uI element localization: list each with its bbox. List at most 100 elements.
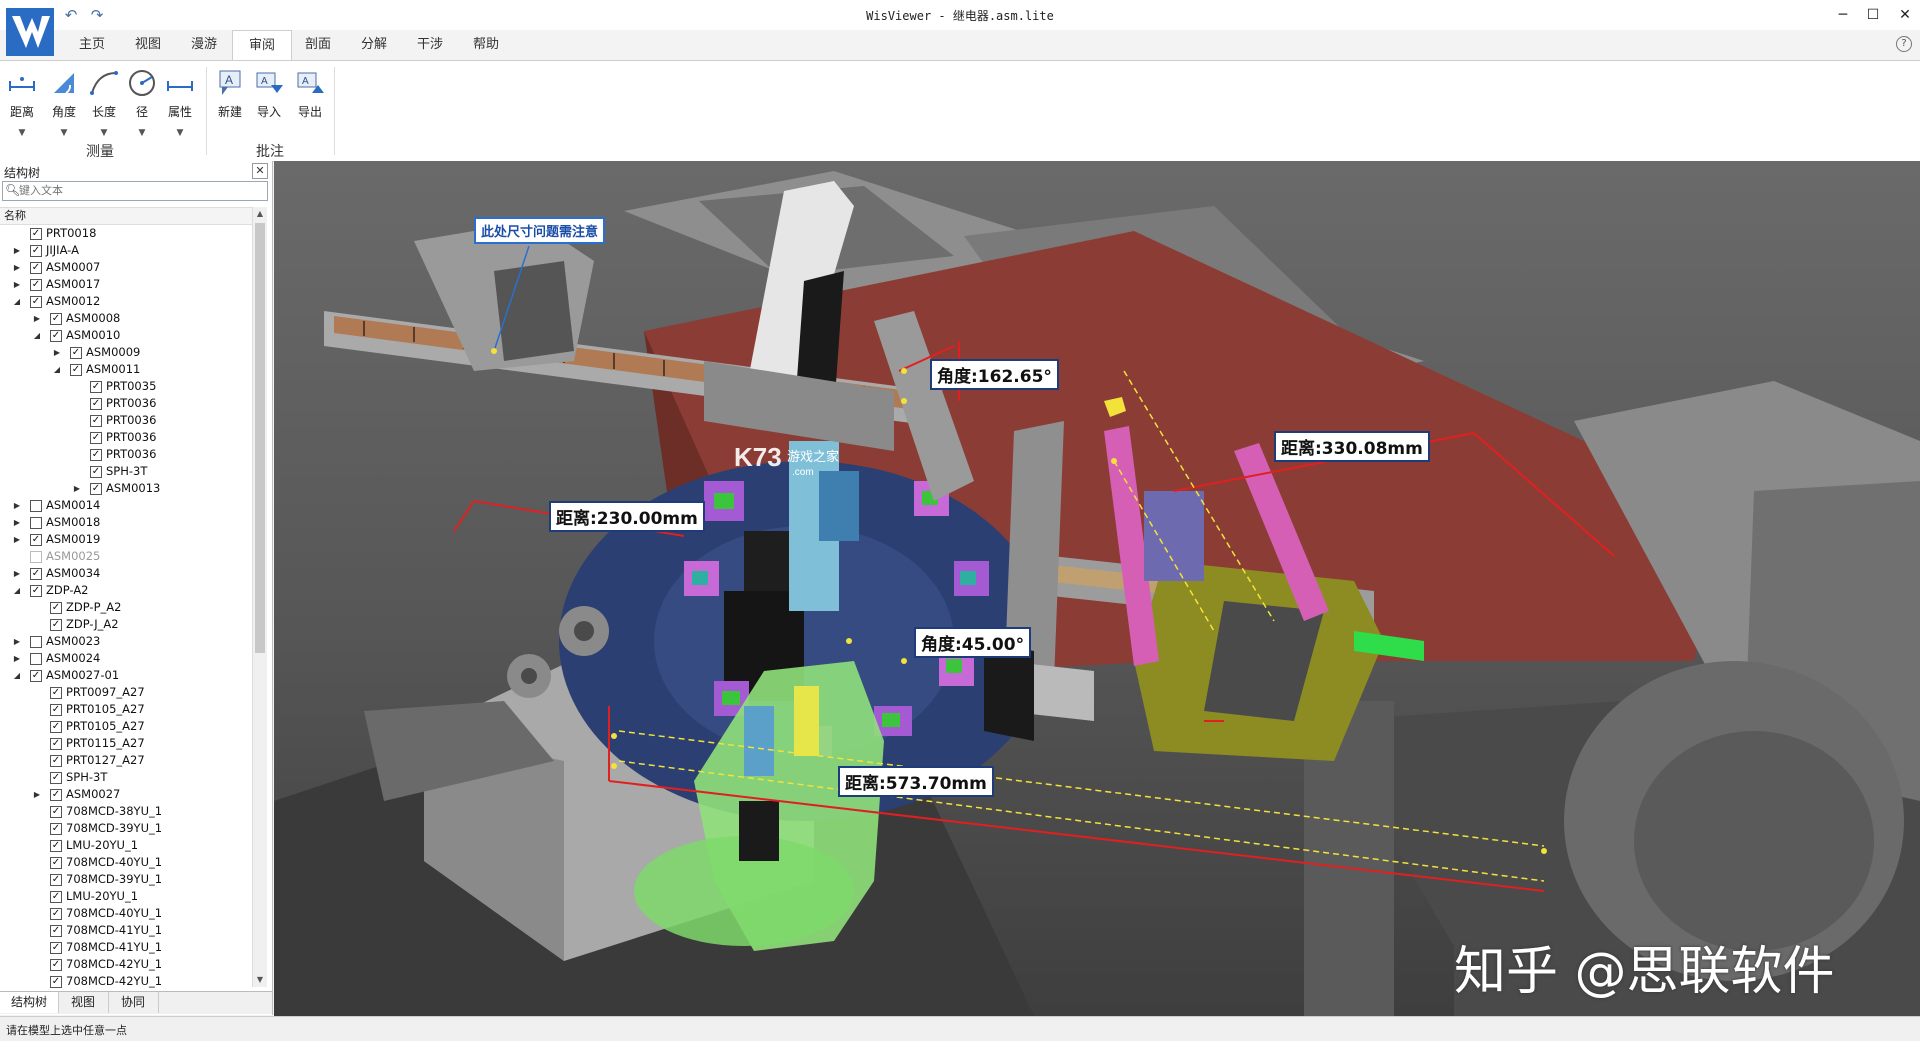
tree-row[interactable]: ✓ 708MCD-39YU_1 <box>0 820 252 837</box>
expand-icon[interactable]: ▶ <box>12 531 22 548</box>
visibility-checkbox[interactable]: ✓ <box>50 959 62 971</box>
scroll-down-icon[interactable]: ▼ <box>253 973 267 987</box>
tree-row[interactable]: ✓ 708MCD-38YU_1 <box>0 803 252 820</box>
collapse-icon[interactable]: ◢ <box>52 361 62 378</box>
export-button[interactable]: A 导出 <box>290 65 330 155</box>
visibility-checkbox[interactable]: ✓ <box>50 857 62 869</box>
visibility-checkbox[interactable]: ✓ <box>30 670 42 682</box>
collapse-icon[interactable]: ◢ <box>12 293 22 310</box>
visibility-checkbox[interactable]: ✓ <box>30 245 42 257</box>
tree-row[interactable]: ◢ ✓ ASM0012 <box>0 293 252 310</box>
tree-row[interactable]: ▶ ✓ ASM0027 <box>0 786 252 803</box>
visibility-checkbox[interactable]: ✓ <box>30 653 42 665</box>
visibility-checkbox[interactable]: ✓ <box>50 721 62 733</box>
tree-row[interactable]: ▶ ✓ ASM0024 <box>0 650 252 667</box>
visibility-checkbox[interactable]: ✓ <box>90 466 102 478</box>
tree-row[interactable]: ◢ ✓ ASM0010 <box>0 327 252 344</box>
visibility-checkbox[interactable]: ✓ <box>30 296 42 308</box>
scroll-thumb[interactable] <box>255 223 265 653</box>
expand-icon[interactable]: ▶ <box>32 786 42 803</box>
new-annotation-button[interactable]: A 新建 <box>210 65 250 155</box>
visibility-checkbox[interactable]: ✓ <box>90 398 102 410</box>
tree-row[interactable]: ▶ ✓ ASM0007 <box>0 259 252 276</box>
tree-row[interactable]: ✓ SPH-3T <box>0 769 252 786</box>
distance-measure-label-3[interactable]: 距离:573.70mm <box>838 766 994 797</box>
tree-row[interactable]: ▶ ✓ ASM0019 <box>0 531 252 548</box>
visibility-checkbox[interactable]: ✓ <box>90 415 102 427</box>
visibility-checkbox[interactable]: ✓ <box>50 874 62 886</box>
tree-row[interactable]: ✓ 708MCD-41YU_1 <box>0 922 252 939</box>
expand-icon[interactable]: ▶ <box>12 633 22 650</box>
tree-row[interactable]: ✓ ZDP-J_A2 <box>0 616 252 633</box>
tab-2[interactable]: 漫游 <box>176 30 232 60</box>
tree-row[interactable]: ▶ ✓ ASM0034 <box>0 565 252 582</box>
tree-row[interactable]: ◢ ✓ ZDP-A2 <box>0 582 252 599</box>
chevron-down-icon[interactable]: ▼ <box>44 128 84 138</box>
3d-viewport[interactable]: K73 游戏之家 .com 此处尺寸问题需注意 角度:162.65° 距离:33… <box>274 161 1920 1016</box>
visibility-checkbox[interactable]: ✓ <box>50 687 62 699</box>
expand-icon[interactable]: ▶ <box>52 344 62 361</box>
tree-row[interactable]: ✓ PRT0018 <box>0 225 252 242</box>
tree-row[interactable]: ✓ PRT0036 <box>0 395 252 412</box>
visibility-checkbox[interactable]: ✓ <box>50 942 62 954</box>
visibility-checkbox[interactable]: ✓ <box>50 755 62 767</box>
visibility-checkbox[interactable]: ✓ <box>90 381 102 393</box>
tab-collaboration[interactable]: 协同 <box>108 992 159 1013</box>
tab-3[interactable]: 审阅 <box>232 30 292 62</box>
tree-row[interactable]: ▶ ✓ ASM0018 <box>0 514 252 531</box>
tab-4[interactable]: 剖面 <box>290 30 346 60</box>
maximize-button[interactable]: ☐ <box>1858 3 1888 27</box>
tab-1[interactable]: 视图 <box>120 30 176 60</box>
expand-icon[interactable]: ▶ <box>12 514 22 531</box>
tree-row[interactable]: ✓ SPH-3T <box>0 463 252 480</box>
tree-row[interactable]: ✓ LMU-20YU_1 <box>0 837 252 854</box>
visibility-checkbox[interactable]: ✓ <box>50 976 62 988</box>
visibility-checkbox[interactable]: ✓ <box>50 823 62 835</box>
collapse-icon[interactable]: ◢ <box>32 327 42 344</box>
property-button[interactable]: 属性 ▼ <box>160 65 200 155</box>
visibility-checkbox[interactable]: ✓ <box>30 279 42 291</box>
distance-measure-label-2[interactable]: 距离:230.00mm <box>549 501 705 532</box>
tree-row[interactable]: ✓ 708MCD-40YU_1 <box>0 854 252 871</box>
visibility-checkbox[interactable]: ✓ <box>50 602 62 614</box>
expand-icon[interactable]: ▶ <box>12 565 22 582</box>
model-scene[interactable]: K73 游戏之家 .com <box>274 161 1920 1016</box>
tree-row[interactable]: ✓ 708MCD-42YU_1 <box>0 956 252 973</box>
visibility-checkbox[interactable]: ✓ <box>30 500 42 512</box>
tree-row[interactable]: ▶ ✓ ASM0023 <box>0 633 252 650</box>
close-button[interactable]: ✕ <box>1890 3 1920 27</box>
tree-row[interactable]: ▶ ✓ ASM0014 <box>0 497 252 514</box>
visibility-checkbox[interactable]: ✓ <box>50 619 62 631</box>
visibility-checkbox[interactable]: ✓ <box>50 789 62 801</box>
tree-row[interactable]: ◢ ✓ ASM0011 <box>0 361 252 378</box>
visibility-checkbox[interactable]: ✓ <box>50 908 62 920</box>
tree-row[interactable]: ✓ ASM0025 <box>0 548 252 565</box>
tree-row[interactable]: ✓ PRT0036 <box>0 412 252 429</box>
expand-icon[interactable]: ▶ <box>12 497 22 514</box>
visibility-checkbox[interactable]: ✓ <box>30 534 42 546</box>
visibility-checkbox[interactable]: ✓ <box>30 517 42 529</box>
visibility-checkbox[interactable]: ✓ <box>30 262 42 274</box>
tree-row[interactable]: ✓ PRT0036 <box>0 446 252 463</box>
visibility-checkbox[interactable]: ✓ <box>50 704 62 716</box>
tree-row[interactable]: ✓ 708MCD-41YU_1 <box>0 939 252 956</box>
tree-row[interactable]: ✓ PRT0035 <box>0 378 252 395</box>
expand-icon[interactable]: ▶ <box>12 242 22 259</box>
tab-7[interactable]: 帮助 <box>458 30 514 60</box>
expand-icon[interactable]: ▶ <box>72 480 82 497</box>
tree-row[interactable]: ✓ PRT0097_A27 <box>0 684 252 701</box>
chevron-down-icon[interactable]: ▼ <box>122 128 162 138</box>
tree-row[interactable]: ▶ ✓ ASM0017 <box>0 276 252 293</box>
tree-row[interactable]: ◢ ✓ ASM0027-01 <box>0 667 252 684</box>
visibility-checkbox[interactable]: ✓ <box>30 585 42 597</box>
collapse-icon[interactable]: ◢ <box>12 582 22 599</box>
tree-row[interactable]: ✓ 708MCD-39YU_1 <box>0 871 252 888</box>
visibility-checkbox[interactable]: ✓ <box>90 432 102 444</box>
tree-row[interactable]: ▶ ✓ JIJIA-A <box>0 242 252 259</box>
tab-structure-tree[interactable]: 结构树 <box>0 992 59 1013</box>
distance-button[interactable]: 距离 ▼ <box>2 65 42 155</box>
chevron-down-icon[interactable]: ▼ <box>2 128 42 138</box>
tab-5[interactable]: 分解 <box>346 30 402 60</box>
visibility-checkbox[interactable]: ✓ <box>30 636 42 648</box>
visibility-checkbox[interactable]: ✓ <box>90 449 102 461</box>
